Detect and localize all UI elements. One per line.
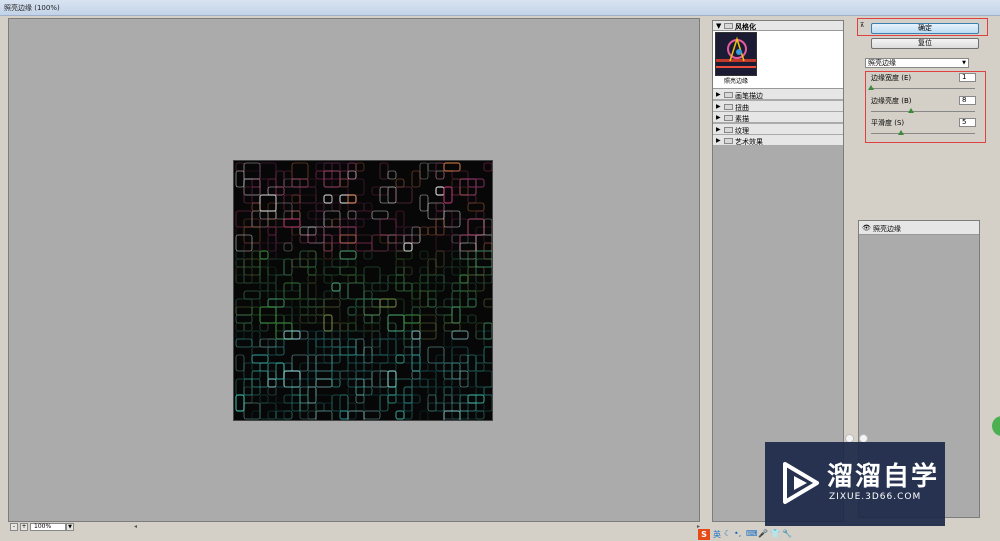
- play-logo-icon: [783, 462, 819, 504]
- param-row: 平滑度 (S) 5: [871, 118, 976, 140]
- title-bar: 照亮边缘 (100%): [0, 0, 1000, 16]
- collapse-panel-icon[interactable]: ⊼: [860, 23, 867, 30]
- shirt-icon[interactable]: 👕: [770, 529, 780, 538]
- collapsed-triangle-icon: ▶: [716, 102, 721, 110]
- category-label: 艺术效果: [735, 138, 763, 146]
- eye-icon[interactable]: 👁: [862, 224, 871, 232]
- collapsed-triangle-icon: ▶: [716, 91, 721, 98]
- param-slider-track[interactable]: [871, 88, 975, 89]
- category-label: 素描: [735, 115, 749, 123]
- filter-select-value: 照亮边缘: [868, 59, 896, 67]
- category-row[interactable]: ▶ 纹理: [713, 123, 843, 135]
- moon-icon[interactable]: ☾: [724, 529, 731, 538]
- folder-icon: [724, 138, 733, 144]
- param-slider-thumb[interactable]: [868, 85, 874, 90]
- param-row: 边缘宽度 (E) 1: [868, 73, 976, 95]
- param-label: 边缘亮度 (B): [871, 97, 912, 105]
- folder-icon: [724, 126, 733, 133]
- param-slider-track[interactable]: [871, 133, 975, 134]
- collapsed-triangle-icon: ▶: [716, 125, 721, 133]
- param-slider-thumb[interactable]: [898, 130, 904, 135]
- category-label: 纹理: [735, 126, 749, 135]
- ime-toolbar: S 英 ☾ •, ⌨ 🎤 👕 🔧: [698, 528, 818, 541]
- watermark-title: 溜溜自学: [827, 462, 940, 492]
- horizontal-scrollbar[interactable]: ◂ ▸: [134, 523, 700, 530]
- sogou-ime-icon[interactable]: S: [698, 529, 710, 540]
- thumbnail-area: 照亮边缘: [713, 31, 843, 89]
- folder-icon: [724, 115, 733, 121]
- category-label: 扭曲: [735, 103, 749, 112]
- category-row[interactable]: ▶ 画笔描边: [713, 89, 843, 100]
- zoom-out-button[interactable]: -: [10, 523, 18, 531]
- param-value-field[interactable]: 8: [959, 96, 976, 105]
- param-label: 平滑度 (S): [871, 119, 905, 127]
- ime-lang-label[interactable]: 英: [713, 529, 721, 540]
- zoom-in-button[interactable]: +: [20, 523, 28, 531]
- keyboard-icon[interactable]: ⌨: [746, 529, 758, 538]
- filter-select[interactable]: 照亮边缘 ▼: [865, 58, 969, 68]
- punctuation-icon[interactable]: •,: [734, 529, 741, 538]
- window-title: 照亮边缘 (100%): [4, 4, 60, 12]
- collapsed-triangle-icon: ▶: [716, 114, 721, 121]
- scroll-left-icon[interactable]: ◂: [134, 523, 137, 530]
- preview-canvas[interactable]: [8, 18, 700, 522]
- expanded-triangle-icon: ▼: [716, 22, 722, 30]
- reset-button[interactable]: 复位: [871, 38, 979, 49]
- zoom-field[interactable]: 100%: [30, 523, 66, 531]
- effect-layer-label: 照亮边缘: [873, 225, 901, 233]
- preview-image: [233, 160, 493, 421]
- category-row[interactable]: ▶ 扭曲: [713, 100, 843, 112]
- param-value-field[interactable]: 5: [959, 118, 976, 127]
- chevron-down-icon: ▼: [962, 60, 966, 66]
- thumbnail-label: 照亮边缘: [723, 78, 748, 85]
- param-label: 边缘宽度 (E): [871, 74, 912, 82]
- folder-icon: [724, 23, 733, 29]
- microphone-icon[interactable]: 🎤: [758, 529, 768, 538]
- watermark: 溜溜自学 ZIXUE.3D66.COM: [765, 442, 945, 526]
- param-value-field[interactable]: 1: [959, 73, 976, 82]
- category-stylize[interactable]: ▼ 风格化: [713, 21, 843, 31]
- ok-button[interactable]: 确定: [871, 23, 979, 34]
- param-slider-thumb[interactable]: [908, 108, 914, 113]
- effect-layer-row[interactable]: 👁 照亮边缘: [859, 221, 979, 235]
- zoom-dropdown-icon[interactable]: ▼: [66, 523, 74, 531]
- category-label: 画笔描边: [735, 92, 763, 100]
- zoom-bar: - + 100% ▼ ◂ ▸: [8, 522, 700, 532]
- category-row[interactable]: ▶ 素描: [713, 112, 843, 123]
- collapsed-triangle-icon: ▶: [716, 137, 721, 144]
- wrench-icon[interactable]: 🔧: [782, 529, 792, 538]
- param-row: 边缘亮度 (B) 8: [871, 96, 976, 118]
- side-float-button[interactable]: [992, 416, 1000, 436]
- watermark-url: ZIXUE.3D66.COM: [829, 492, 922, 502]
- param-slider-track[interactable]: [871, 111, 975, 112]
- folder-icon: [724, 103, 733, 110]
- category-row[interactable]: ▶ 艺术效果: [713, 135, 843, 146]
- thumbnail-glowing-edges[interactable]: [715, 32, 757, 76]
- folder-icon: [724, 92, 733, 98]
